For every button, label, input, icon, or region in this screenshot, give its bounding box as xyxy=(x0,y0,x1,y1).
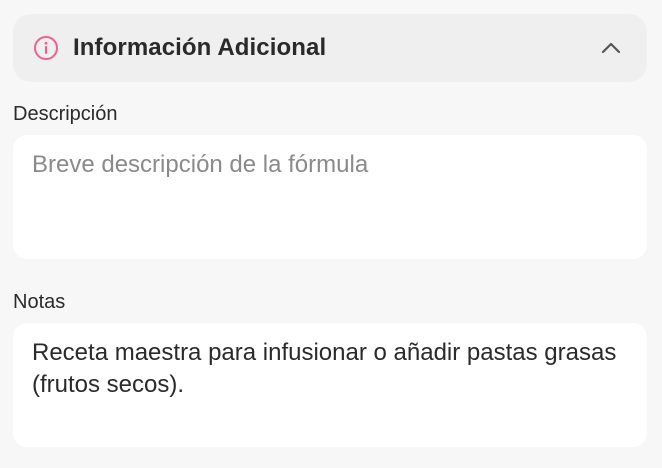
additional-info-form: Información Adicional Descripción Breve … xyxy=(0,0,662,468)
section-title: Información Adicional xyxy=(73,34,327,61)
notes-value: Receta maestra para infusionar o añadir … xyxy=(32,339,617,398)
info-icon xyxy=(32,34,60,62)
chevron-up-icon[interactable] xyxy=(599,36,623,60)
notes-textarea[interactable]: Receta maestra para infusionar o añadir … xyxy=(13,323,647,447)
notes-label: Notas xyxy=(13,291,66,313)
description-label: Descripción xyxy=(13,103,118,125)
description-textarea[interactable]: Breve descripción de la fórmula xyxy=(13,135,647,259)
additional-info-header[interactable]: Información Adicional xyxy=(13,14,647,82)
description-placeholder: Breve descripción de la fórmula xyxy=(32,151,369,178)
